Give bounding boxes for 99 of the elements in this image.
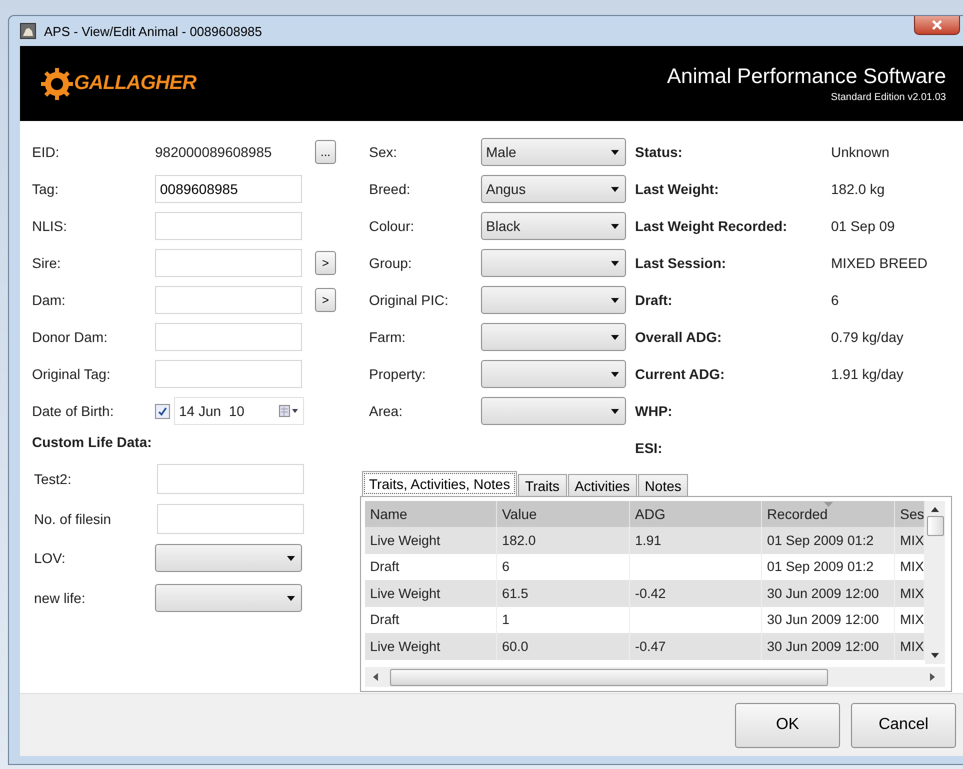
close-button[interactable]: [914, 16, 960, 35]
field-label: LOV:: [33, 550, 66, 566]
scroll-thumb[interactable]: [926, 516, 944, 536]
stat-value: 01 Sep 09: [831, 218, 895, 234]
dropdown[interactable]: [155, 544, 302, 572]
field-label: Test2:: [33, 470, 72, 487]
input-field[interactable]: 0089608985: [155, 175, 302, 203]
field-label: new life:: [33, 590, 86, 606]
caret-icon: [287, 556, 295, 560]
dialog-button[interactable]: Cancel: [851, 702, 956, 748]
section-heading: Custom Life Data:: [32, 434, 153, 452]
stat-label: Overall ADG:: [635, 329, 723, 345]
caret-icon: [287, 596, 295, 600]
app-icon: [20, 23, 36, 39]
caret-icon: [611, 150, 619, 154]
caret-icon: [611, 260, 619, 266]
caret-icon: [611, 224, 619, 228]
dropdown[interactable]: [481, 397, 626, 425]
stat-value: 0.79 kg/day: [831, 329, 904, 345]
field-label: Donor Dam:: [32, 329, 108, 345]
stat-value: 1.91 kg/day: [831, 366, 904, 382]
caret-icon: [611, 372, 619, 376]
tab[interactable]: Traits, Activities, Notes: [362, 471, 518, 496]
field-label: Sex:: [369, 144, 398, 160]
dropdown[interactable]: Angus: [481, 175, 626, 203]
input-field[interactable]: [157, 464, 304, 494]
field-label: NLIS:: [32, 218, 68, 234]
input-field[interactable]: [155, 323, 302, 351]
horizontal-scrollbar[interactable]: [365, 667, 945, 687]
small-button[interactable]: >: [315, 288, 336, 312]
stat-label: Draft:: [635, 292, 674, 308]
field-label: Farm:: [369, 329, 407, 345]
field-label: Colour:: [369, 218, 416, 234]
logo-text: GALLAGHER: [74, 72, 196, 95]
field-label: Dam:: [32, 292, 66, 308]
dialog-button[interactable]: OK: [735, 702, 840, 748]
caret-icon: [611, 298, 619, 302]
tab[interactable]: Activities: [568, 474, 637, 496]
field-label: Group:: [369, 255, 413, 271]
field-label: Breed:: [369, 181, 412, 197]
input-field[interactable]: [155, 249, 302, 277]
input-field[interactable]: [155, 212, 302, 240]
stat-value: 6: [831, 292, 839, 308]
gear-logo-icon: [40, 66, 74, 100]
dropdown[interactable]: [481, 249, 626, 277]
stat-label: WHP:: [635, 403, 674, 419]
dropdown[interactable]: Male: [481, 138, 626, 166]
caret-icon: [611, 186, 619, 192]
stat-label: Last Weight Recorded:: [635, 218, 788, 234]
stat-label: ESI:: [635, 440, 664, 456]
small-button[interactable]: ...: [315, 140, 336, 164]
stat-label: Current ADG:: [635, 366, 726, 382]
stat-value: 182.0 kg: [831, 181, 885, 197]
stat-value: MIXED BREED: [831, 255, 928, 271]
field-label: Area:: [369, 403, 404, 419]
date-field[interactable]: 14 Jun 10: [174, 397, 304, 425]
input-field[interactable]: [155, 286, 302, 314]
field-label: Original PIC:: [369, 292, 450, 308]
caret-icon: [611, 334, 619, 340]
field-label: Date of Birth:: [32, 403, 115, 419]
sort-icon: [824, 502, 833, 507]
table-cell: 60.0: [497, 633, 630, 660]
input-field[interactable]: [155, 360, 302, 388]
dropdown[interactable]: [481, 286, 626, 314]
caret-icon: [611, 408, 619, 414]
scroll-up-icon[interactable]: [931, 507, 939, 512]
field-label: Original Tag:: [32, 366, 112, 382]
tab[interactable]: Traits: [518, 474, 567, 496]
dropdown[interactable]: [481, 360, 626, 388]
small-button[interactable]: >: [315, 251, 336, 275]
input-field[interactable]: [157, 504, 304, 534]
field-label: No. of filesin: [33, 510, 112, 527]
field-label: Tag:: [32, 181, 60, 197]
dropdown[interactable]: Black: [481, 212, 626, 240]
eid-value: 982000089608985: [155, 144, 273, 160]
field-label: Property:: [369, 366, 427, 382]
tab[interactable]: Notes: [638, 474, 688, 496]
table-cell: 30 Jun 2009 12:00: [762, 633, 895, 660]
dropdown[interactable]: [155, 584, 302, 612]
stat-label: Last Session:: [635, 255, 728, 271]
table-cell: Live Weight: [365, 633, 497, 660]
vertical-scrollbar[interactable]: [925, 501, 945, 664]
close-icon: [931, 20, 943, 30]
scroll-thumb[interactable]: [390, 668, 828, 686]
edition-text: Standard Edition v2.01.03: [830, 92, 946, 102]
field-label: Sire:: [32, 255, 62, 271]
table-cell: -0.47: [630, 633, 762, 660]
stat-label: Status:: [635, 144, 684, 160]
dropdown[interactable]: [481, 323, 626, 351]
field-label: EID:: [32, 144, 60, 160]
scroll-right-icon[interactable]: [930, 673, 935, 682]
scroll-left-icon[interactable]: [373, 673, 378, 682]
stat-label: Last Weight:: [635, 181, 720, 197]
stat-value: Unknown: [831, 144, 890, 160]
checkbox[interactable]: [155, 404, 170, 418]
window-title: APS - View/Edit Animal - 0089608985: [44, 24, 262, 38]
app-title: Animal Performance Software: [667, 64, 946, 88]
calendar-icon: [279, 405, 299, 417]
scroll-down-icon[interactable]: [931, 653, 939, 658]
